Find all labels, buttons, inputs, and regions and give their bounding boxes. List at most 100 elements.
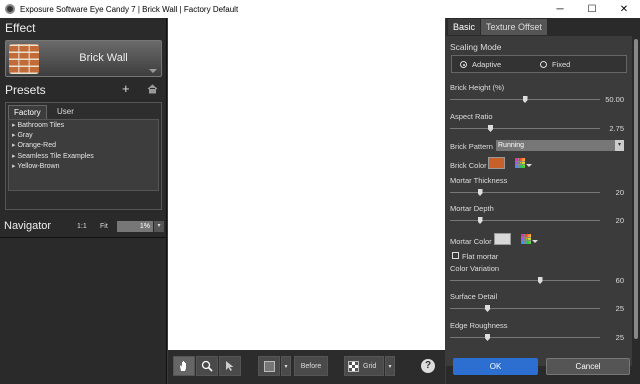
- background-dropdown-icon[interactable]: ▾: [281, 356, 291, 376]
- window-title: Exposure Software Eye Candy 7 | Brick Wa…: [20, 4, 239, 14]
- tab-user[interactable]: User: [52, 105, 79, 119]
- color-variation-label: Color Variation: [450, 264, 500, 273]
- brick-height-slider[interactable]: [450, 96, 600, 103]
- magnifier-icon: [201, 360, 213, 372]
- zoom-tool-button[interactable]: [196, 356, 218, 376]
- bottom-toolbar: ▾ Before Grid ▾ ?: [168, 350, 445, 384]
- list-item[interactable]: Gray: [12, 131, 155, 141]
- brick-pattern-label: Brick Pattern: [450, 142, 493, 151]
- brick-pattern-value: Running: [498, 142, 525, 149]
- list-item[interactable]: Bathroom Tiles: [12, 121, 155, 131]
- list-item[interactable]: Seamless Tile Examples: [12, 152, 155, 162]
- mortar-color-swatch[interactable]: [494, 233, 511, 245]
- help-icon: ?: [421, 359, 435, 373]
- grid-button[interactable]: Grid: [344, 356, 384, 376]
- slider-handle[interactable]: [477, 217, 483, 224]
- presets-panel: Factory User Bathroom Tiles Gray Orange-…: [5, 102, 162, 210]
- edge-roughness-value[interactable]: 25: [604, 333, 624, 342]
- brick-color-label: Brick Color: [450, 161, 487, 170]
- navigator-bar: Navigator 1:1 Fit 1% ▾: [0, 218, 166, 236]
- arrow-pointer-icon: [226, 361, 234, 371]
- brick-height-label: Brick Height (%): [450, 83, 505, 92]
- chevron-down-icon: ▾: [615, 140, 624, 151]
- mortar-thickness-label: Mortar Thickness: [450, 176, 508, 185]
- mortar-color-label: Mortar Color: [450, 237, 492, 246]
- surface-detail-slider[interactable]: [450, 305, 600, 312]
- background-swatch-icon: [263, 360, 275, 372]
- flat-mortar-label: Flat mortar: [462, 252, 499, 261]
- minimize-button[interactable]: ─: [544, 0, 576, 18]
- tab-texture-offset[interactable]: Texture Offset: [481, 19, 547, 35]
- zoom-1to1-button[interactable]: 1:1: [77, 223, 87, 230]
- effect-heading: Effect: [5, 21, 36, 35]
- list-item[interactable]: Yellow-Brown: [12, 162, 155, 172]
- ok-button[interactable]: OK: [453, 358, 538, 375]
- radio-adaptive[interactable]: [460, 61, 467, 68]
- radio-fixed[interactable]: [540, 61, 547, 68]
- grid-dropdown-icon[interactable]: ▾: [385, 356, 395, 376]
- color-variation-slider[interactable]: [450, 277, 600, 284]
- aspect-ratio-value[interactable]: 2.75: [604, 124, 624, 133]
- before-button[interactable]: Before: [294, 356, 328, 376]
- list-item[interactable]: Orange-Red: [12, 141, 155, 151]
- grid-label: Grid: [363, 362, 377, 370]
- zoom-dropdown-icon[interactable]: ▾: [154, 221, 164, 232]
- brick-color-swatch[interactable]: [488, 157, 505, 169]
- fixed-label: Fixed: [552, 60, 571, 69]
- zoom-level-field[interactable]: 1%: [117, 221, 153, 232]
- tab-basic[interactable]: Basic: [448, 19, 481, 35]
- hand-tool-button[interactable]: [173, 356, 195, 376]
- mortar-thickness-value[interactable]: 20: [604, 188, 624, 197]
- zoom-fit-button[interactable]: Fit: [100, 223, 108, 230]
- mortar-depth-slider[interactable]: [450, 217, 600, 224]
- surface-detail-label: Surface Detail: [450, 292, 498, 301]
- brick-palette-icon[interactable]: [515, 158, 532, 170]
- slider-handle[interactable]: [537, 277, 543, 284]
- background-color-button[interactable]: [258, 356, 280, 376]
- checkerboard-icon: [348, 360, 359, 372]
- aspect-ratio-label: Aspect Ratio: [450, 112, 493, 121]
- flat-mortar-checkbox[interactable]: [452, 252, 459, 259]
- left-panel: Effect Brick Wall Presets + Factory User…: [0, 18, 167, 384]
- scaling-mode-group: Adaptive Fixed: [451, 55, 627, 73]
- maximize-button[interactable]: ☐: [576, 0, 608, 18]
- tab-factory[interactable]: Factory: [8, 105, 47, 119]
- effect-dropdown-icon: [149, 69, 157, 73]
- brick-height-value[interactable]: 50.00: [604, 95, 624, 104]
- settings-panel: Basic Texture Offset Scaling Mode Adapti…: [446, 18, 640, 384]
- help-button[interactable]: ?: [415, 356, 441, 376]
- hand-icon: [180, 361, 186, 371]
- effect-selector[interactable]: Brick Wall: [5, 40, 162, 77]
- presets-list: Bathroom Tiles Gray Orange-Red Seamless …: [8, 119, 159, 191]
- home-icon[interactable]: [147, 84, 158, 94]
- scrollbar-thumb[interactable]: [634, 39, 638, 339]
- close-button[interactable]: ✕: [608, 0, 640, 18]
- slider-handle[interactable]: [477, 189, 483, 196]
- select-tool-button[interactable]: [219, 356, 241, 376]
- title-bar: Exposure Software Eye Candy 7 | Brick Wa…: [0, 0, 640, 18]
- slider-handle[interactable]: [485, 305, 490, 312]
- brick-wall-thumbnail-icon: [9, 44, 39, 74]
- presets-heading: Presets: [5, 83, 46, 97]
- edge-roughness-label: Edge Roughness: [450, 321, 508, 330]
- color-variation-value[interactable]: 60: [604, 276, 624, 285]
- mortar-depth-label: Mortar Depth: [450, 204, 494, 213]
- effect-name: Brick Wall: [79, 52, 128, 64]
- adaptive-label: Adaptive: [472, 60, 502, 69]
- brick-pattern-select[interactable]: Running ▾: [496, 140, 624, 151]
- mortar-thickness-slider[interactable]: [450, 189, 600, 196]
- slider-handle[interactable]: [488, 125, 493, 132]
- settings-scrollbar[interactable]: [633, 38, 639, 366]
- cancel-button[interactable]: Cancel: [546, 358, 630, 375]
- add-preset-icon[interactable]: +: [122, 81, 130, 96]
- scaling-mode-label: Scaling Mode: [450, 42, 502, 52]
- slider-handle[interactable]: [522, 96, 528, 103]
- mortar-palette-icon[interactable]: [521, 234, 538, 246]
- aspect-ratio-slider[interactable]: [450, 125, 600, 132]
- slider-handle[interactable]: [485, 334, 490, 341]
- preview-canvas[interactable]: [168, 18, 445, 350]
- mortar-depth-value[interactable]: 20: [604, 216, 624, 225]
- app-icon: [5, 4, 15, 14]
- surface-detail-value[interactable]: 25: [604, 304, 624, 313]
- edge-roughness-slider[interactable]: [450, 334, 600, 341]
